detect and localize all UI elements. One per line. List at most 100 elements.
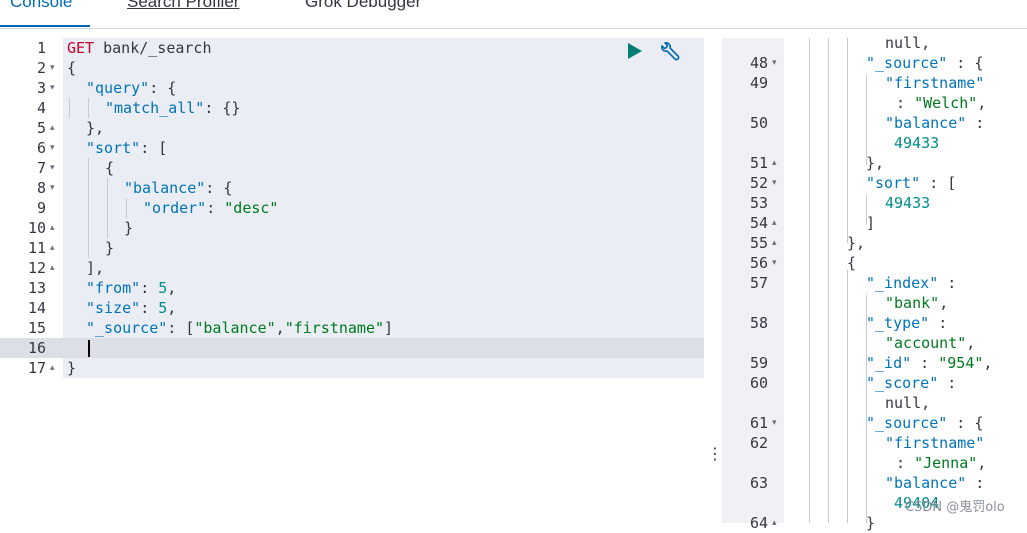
fold-toggle-icon[interactable] bbox=[772, 293, 782, 313]
fold-toggle-icon[interactable]: ▾ bbox=[50, 158, 60, 178]
wrench-icon[interactable] bbox=[658, 42, 680, 64]
fold-toggle-icon[interactable] bbox=[50, 278, 60, 298]
fold-toggle-icon[interactable] bbox=[772, 453, 782, 473]
fold-toggle-icon[interactable] bbox=[772, 33, 782, 53]
code-line-3: "query": { bbox=[86, 78, 176, 98]
fold-toggle-icon[interactable] bbox=[772, 193, 782, 213]
fold-toggle-icon[interactable] bbox=[772, 393, 782, 413]
code-text: : bbox=[966, 114, 985, 132]
code-key: "balance" bbox=[885, 114, 967, 132]
code-text: }, bbox=[847, 234, 866, 252]
fold-toggle-icon[interactable] bbox=[772, 333, 782, 353]
code-line-4: "match_all": {} bbox=[105, 98, 240, 118]
code-line-17: } bbox=[67, 358, 76, 378]
fold-toggle-icon[interactable]: ▾ bbox=[772, 253, 782, 273]
fold-toggle-icon[interactable]: ▴ bbox=[772, 153, 782, 173]
fold-toggle-icon[interactable]: ▾ bbox=[772, 173, 782, 193]
line-number: 55 bbox=[749, 234, 768, 252]
out-line: "_score" : bbox=[866, 373, 956, 393]
tab-grok-debugger[interactable]: Grok Debugger bbox=[305, 0, 421, 27]
fold-toggle-icon[interactable]: ▴ bbox=[50, 238, 60, 258]
fold-toggle-icon[interactable] bbox=[50, 338, 60, 358]
drag-handle-icon[interactable]: ⋮ bbox=[707, 445, 723, 463]
fold-toggle-icon[interactable] bbox=[772, 353, 782, 373]
code-string: "balance" bbox=[194, 319, 276, 337]
code-string: "954" bbox=[938, 354, 984, 372]
fold-toggle-icon[interactable]: ▴ bbox=[772, 233, 782, 253]
tab-search-profiler[interactable]: Search Profiler bbox=[127, 0, 239, 27]
play-icon[interactable] bbox=[627, 42, 643, 60]
fold-toggle-icon[interactable]: ▾ bbox=[50, 138, 60, 158]
out-line: } bbox=[866, 513, 875, 533]
fold-toggle-icon[interactable] bbox=[50, 298, 60, 318]
code-text: : {} bbox=[204, 99, 241, 117]
code-line-1: GET bank/_search bbox=[67, 38, 212, 58]
tab-grok-debugger-label: Grok Debugger bbox=[305, 0, 422, 11]
code-key: "_source" bbox=[866, 54, 948, 72]
fold-toggle-icon[interactable]: ▾ bbox=[50, 78, 60, 98]
code-text: , bbox=[977, 94, 987, 112]
fold-toggle-icon[interactable]: ▴ bbox=[772, 213, 782, 233]
fold-toggle-icon[interactable] bbox=[772, 93, 782, 113]
fold-toggle-icon[interactable] bbox=[772, 313, 782, 333]
fold-toggle-icon[interactable] bbox=[772, 433, 782, 453]
tab-console-label: Console bbox=[10, 0, 73, 11]
line-number: 1 bbox=[36, 39, 46, 57]
code-key: "query" bbox=[86, 79, 150, 97]
code-number: 49433 bbox=[894, 134, 940, 152]
fold-toggle-icon[interactable]: ▾ bbox=[772, 53, 782, 73]
out-line: 49433 bbox=[885, 193, 930, 213]
tab-console[interactable]: Console bbox=[0, 0, 91, 27]
code-text: : bbox=[929, 314, 948, 332]
fold-toggle-icon[interactable]: ▾ bbox=[50, 58, 60, 78]
fold-toggle-icon[interactable]: ▴ bbox=[772, 513, 782, 533]
line-number: 60 bbox=[749, 374, 768, 392]
code-key: "_index" bbox=[866, 274, 939, 292]
fold-toggle-icon[interactable]: ▾ bbox=[772, 413, 782, 433]
line-number: 14 bbox=[27, 299, 46, 317]
fold-toggle-icon[interactable] bbox=[50, 38, 60, 58]
fold-toggle-icon[interactable]: ▴ bbox=[50, 218, 60, 238]
fold-toggle-icon[interactable] bbox=[772, 73, 782, 93]
code-text: : bbox=[966, 474, 985, 492]
code-line-15: "_source": ["balance","firstname"] bbox=[86, 318, 393, 338]
fold-toggle-icon[interactable] bbox=[50, 318, 60, 338]
fold-toggle-icon[interactable] bbox=[772, 133, 782, 153]
code-text: : bbox=[140, 299, 159, 317]
fold-toggle-icon[interactable] bbox=[50, 98, 60, 118]
code-number: 5 bbox=[158, 299, 168, 317]
line-number: 64 bbox=[749, 514, 768, 532]
code-number: 5 bbox=[158, 279, 168, 297]
line-number: 59 bbox=[749, 354, 768, 372]
code-line-2: { bbox=[67, 58, 76, 78]
code-key: "from" bbox=[86, 279, 141, 297]
fold-toggle-icon[interactable]: ▴ bbox=[50, 258, 60, 278]
code-line-7: { bbox=[105, 158, 114, 178]
code-line-13: "from": 5, bbox=[86, 278, 176, 298]
code-text: , bbox=[939, 294, 949, 312]
code-text: : bbox=[896, 454, 915, 472]
fold-toggle-icon[interactable] bbox=[50, 198, 60, 218]
code-text: : [ bbox=[140, 139, 168, 157]
line-number: 4 bbox=[36, 99, 46, 117]
fold-toggle-icon[interactable] bbox=[772, 473, 782, 493]
code-text: } bbox=[67, 359, 77, 377]
fold-toggle-icon[interactable] bbox=[772, 373, 782, 393]
fold-toggle-icon[interactable]: ▴ bbox=[50, 358, 60, 378]
line-number: 54 bbox=[749, 214, 768, 232]
line-number: 17 bbox=[27, 359, 46, 377]
code-key: "firstname" bbox=[885, 74, 985, 92]
fold-toggle-icon[interactable]: ▾ bbox=[50, 178, 60, 198]
fold-toggle-icon[interactable]: ▴ bbox=[50, 118, 60, 138]
code-text: null, bbox=[885, 34, 931, 52]
fold-toggle-icon[interactable] bbox=[772, 113, 782, 133]
watermark: CSDN @鬼罚olo bbox=[905, 500, 1005, 515]
indent-guide bbox=[847, 38, 848, 243]
code-text: , bbox=[167, 299, 177, 317]
code-text: , bbox=[966, 334, 976, 352]
fold-toggle-icon[interactable] bbox=[772, 493, 782, 513]
tab-search-profiler-label: Search Profiler bbox=[127, 0, 240, 11]
fold-toggle-icon[interactable] bbox=[772, 273, 782, 293]
indent-guide bbox=[69, 98, 70, 118]
out-line: "_source" : { bbox=[866, 53, 983, 73]
